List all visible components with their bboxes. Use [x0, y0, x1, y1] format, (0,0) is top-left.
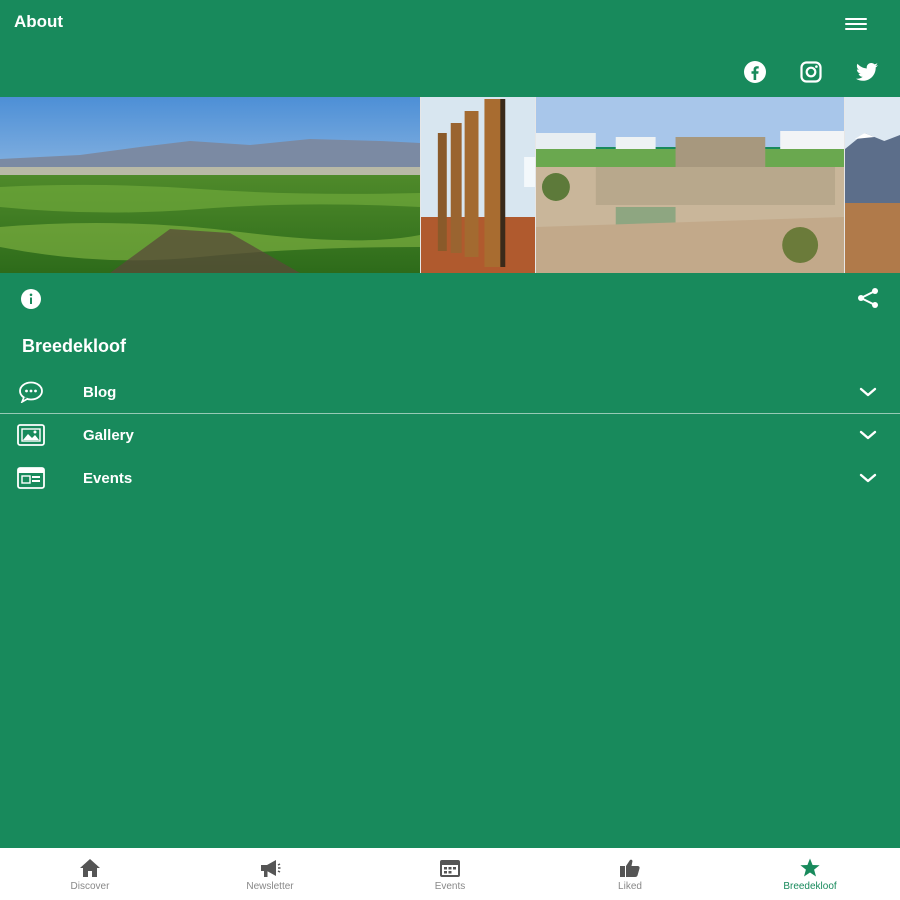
- mountain-photo[interactable]: [844, 97, 900, 273]
- megaphone-icon: [261, 860, 281, 877]
- wooden-pillars-photo[interactable]: [420, 97, 535, 273]
- stone-memorial-photo[interactable]: [535, 97, 844, 273]
- accordion-blog[interactable]: Blog: [0, 371, 900, 413]
- calendar-icon: [440, 860, 460, 877]
- twitter-icon[interactable]: [852, 58, 882, 86]
- top-app-bar: About: [0, 0, 900, 97]
- bottom-navigation: Discover Newsletter Events Liked Breedek…: [0, 848, 900, 900]
- nav-label: Newsletter: [246, 881, 294, 892]
- nav-item-events[interactable]: Events: [360, 848, 540, 900]
- facebook-icon[interactable]: [740, 58, 770, 86]
- accordion-gallery[interactable]: Gallery: [0, 414, 900, 456]
- chevron-down-icon[interactable]: [856, 382, 880, 402]
- nav-item-liked[interactable]: Liked: [540, 848, 720, 900]
- nav-item-breedekloof[interactable]: Breedekloof: [720, 848, 900, 900]
- thumbs-up-icon: [620, 859, 640, 877]
- chat-bubble-icon: [16, 379, 46, 405]
- home-icon: [80, 859, 100, 877]
- instagram-icon[interactable]: [796, 58, 826, 86]
- calendar-card-icon: [16, 465, 46, 491]
- share-icon[interactable]: [855, 286, 881, 310]
- accordion-label: Gallery: [83, 426, 134, 444]
- page-title: About: [14, 12, 64, 31]
- nav-label: Liked: [618, 881, 642, 892]
- nav-label: Discover: [70, 881, 110, 892]
- image-gallery-icon: [16, 422, 46, 448]
- accordion-label: Events: [83, 469, 133, 487]
- accordion-events[interactable]: Events: [0, 457, 900, 499]
- info-icon[interactable]: [19, 287, 43, 311]
- accordion-label: Blog: [83, 383, 117, 401]
- nav-item-newsletter[interactable]: Newsletter: [180, 848, 360, 900]
- vineyard-photo[interactable]: [0, 97, 420, 273]
- photo-gallery-strip[interactable]: [0, 97, 900, 273]
- nav-label: Events: [434, 881, 466, 892]
- nav-label: Breedekloof: [783, 881, 837, 892]
- hamburger-menu-icon[interactable]: [840, 10, 872, 38]
- star-icon: [800, 858, 820, 877]
- section-title: Breedekloof: [22, 336, 127, 356]
- chevron-down-icon[interactable]: [856, 425, 880, 445]
- chevron-down-icon[interactable]: [856, 468, 880, 488]
- nav-item-discover[interactable]: Discover: [0, 848, 180, 900]
